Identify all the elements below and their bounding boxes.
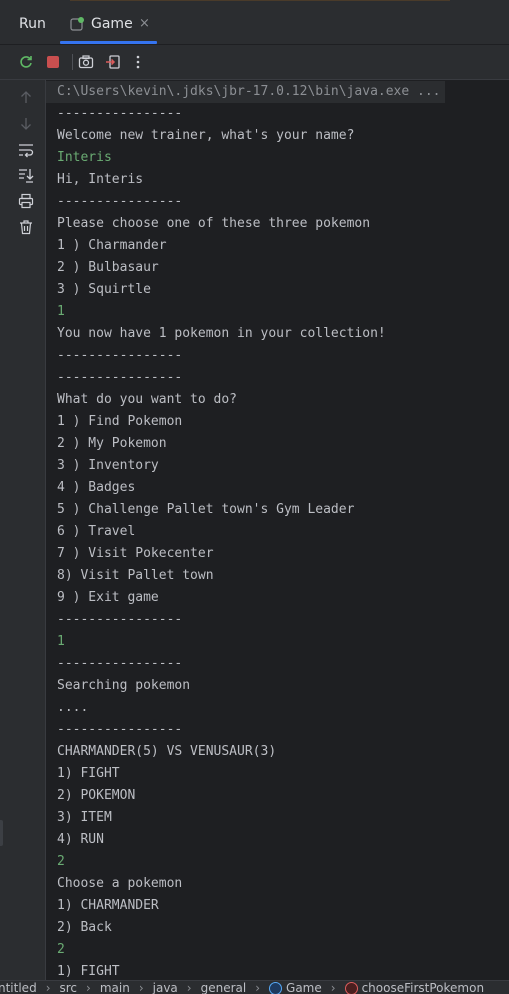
console-output-line: 4) RUN bbox=[46, 829, 509, 851]
scroll-marker bbox=[0, 820, 3, 846]
breadcrumb-label: java bbox=[153, 981, 178, 994]
chevron-right-icon: › bbox=[46, 981, 51, 994]
breadcrumb-label: Game bbox=[286, 981, 322, 994]
tab-selected-indicator bbox=[60, 41, 157, 44]
console-user-input: 1 bbox=[46, 631, 509, 653]
console-output-line: CHARMANDER(5) VS VENUSAUR(3) bbox=[46, 741, 509, 763]
console-side-toolbar bbox=[0, 80, 46, 980]
print-icon[interactable] bbox=[17, 192, 35, 210]
breadcrumb-label: src bbox=[60, 981, 78, 994]
console-output-line: You now have 1 pokemon in your collectio… bbox=[46, 323, 509, 345]
close-icon[interactable]: × bbox=[139, 16, 150, 31]
console-output-line: 2 ) My Pokemon bbox=[46, 433, 509, 455]
exit-icon[interactable] bbox=[104, 53, 122, 71]
console-output-line: 9 ) Exit game bbox=[46, 587, 509, 609]
run-tool-window-title: Run bbox=[19, 16, 46, 32]
breadcrumb: ntitled › src › main › java › general › Game › choos… bbox=[0, 981, 484, 994]
chevron-right-icon: › bbox=[331, 981, 336, 994]
breadcrumb-item[interactable]: › Game bbox=[246, 981, 322, 994]
console-output-line: What do you want to do? bbox=[46, 389, 509, 411]
toolbar-separator bbox=[72, 54, 73, 70]
run-config-icon bbox=[70, 16, 84, 30]
run-toolbar bbox=[0, 45, 509, 80]
console-output-line: Choose a pokemon bbox=[46, 873, 509, 895]
console-output-line: 2) Back bbox=[46, 917, 509, 939]
console-output-line: ---------------- bbox=[46, 609, 509, 631]
run-tool-window-header: Run Game × bbox=[0, 4, 509, 45]
chevron-right-icon: › bbox=[255, 981, 260, 994]
breadcrumb-label: main bbox=[100, 981, 130, 994]
console-output-line: Welcome new trainer, what's your name? bbox=[46, 125, 509, 147]
arrow-down-icon[interactable] bbox=[17, 115, 35, 133]
console-user-input: 1 bbox=[46, 301, 509, 323]
console-output-line: 1 ) Find Pokemon bbox=[46, 411, 509, 433]
console-output-line: Please choose one of these three pokemon bbox=[46, 213, 509, 235]
console-user-input: 2 bbox=[46, 939, 509, 961]
console-output-line: 3 ) Squirtle bbox=[46, 279, 509, 301]
trash-icon[interactable] bbox=[17, 218, 35, 236]
breadcrumb-item[interactable]: › general bbox=[178, 981, 246, 994]
chevron-right-icon: › bbox=[86, 981, 91, 994]
console-output-line: .... bbox=[46, 697, 509, 719]
breadcrumb-item[interactable]: › src bbox=[37, 981, 77, 994]
console-output-line: 3 ) Inventory bbox=[46, 455, 509, 477]
breadcrumb-item[interactable]: › java bbox=[130, 981, 178, 994]
stop-icon[interactable] bbox=[44, 53, 62, 71]
console-output-line: Hi, Interis bbox=[46, 169, 509, 191]
console-output-line: 1) FIGHT bbox=[46, 763, 509, 785]
console-output-line: ---------------- bbox=[46, 367, 509, 389]
soft-wrap-icon[interactable] bbox=[17, 141, 35, 159]
arrow-up-icon[interactable] bbox=[17, 88, 35, 106]
breadcrumb-item[interactable]: › chooseFirstPokemon bbox=[322, 981, 484, 994]
chevron-right-icon: › bbox=[187, 981, 192, 994]
breadcrumb-label: chooseFirstPokemon bbox=[362, 981, 484, 994]
console-output-line: 8) Visit Pallet town bbox=[46, 565, 509, 587]
rerun-icon[interactable] bbox=[17, 53, 35, 71]
method-icon bbox=[345, 982, 358, 994]
console-user-input: Interis bbox=[46, 147, 509, 169]
breadcrumb-label: general bbox=[201, 981, 247, 994]
tab-game[interactable]: Game × bbox=[60, 4, 157, 44]
console-output-line: 3) ITEM bbox=[46, 807, 509, 829]
console-output-line: ---------------- bbox=[46, 653, 509, 675]
console-user-input: 2 bbox=[46, 851, 509, 873]
class-icon bbox=[269, 982, 282, 994]
chevron-right-icon: › bbox=[139, 981, 144, 994]
console-output-line: 5 ) Challenge Pallet town's Gym Leader bbox=[46, 499, 509, 521]
console-output-line: ---------------- bbox=[46, 719, 509, 741]
console-output-line: 4 ) Badges bbox=[46, 477, 509, 499]
console-output-line: 6 ) Travel bbox=[46, 521, 509, 543]
console-command-line: C:\Users\kevin\.jdks\jbr-17.0.12\bin\jav… bbox=[46, 81, 445, 103]
console-output-line: Searching pokemon bbox=[46, 675, 509, 697]
console-output-line: ---------------- bbox=[46, 191, 509, 213]
screenshot-icon[interactable] bbox=[77, 53, 95, 71]
breadcrumb-label: ntitled bbox=[0, 981, 37, 994]
breadcrumb-item[interactable]: › main bbox=[77, 981, 130, 994]
divider bbox=[70, 0, 450, 1]
more-vertical-icon[interactable] bbox=[129, 53, 147, 71]
console-lines: ----------------Welcome new trainer, wha… bbox=[46, 103, 509, 980]
console-output-line: 1) FIGHT bbox=[46, 961, 509, 980]
console-output-line: ---------------- bbox=[46, 345, 509, 367]
tab-label: Game bbox=[91, 16, 133, 32]
console-output-line: 1) CHARMANDER bbox=[46, 895, 509, 917]
console-output-line: 2) POKEMON bbox=[46, 785, 509, 807]
console-output-line: ---------------- bbox=[46, 103, 509, 125]
console-output-line: 1 ) Charmander bbox=[46, 235, 509, 257]
console-output-line: 7 ) Visit Pokecenter bbox=[46, 543, 509, 565]
breadcrumb-item[interactable]: ntitled bbox=[0, 981, 37, 994]
scroll-to-end-icon[interactable] bbox=[17, 166, 35, 184]
console-output-line: 2 ) Bulbasaur bbox=[46, 257, 509, 279]
console-output[interactable]: C:\Users\kevin\.jdks\jbr-17.0.12\bin\jav… bbox=[46, 80, 509, 980]
status-bar: ntitled › src › main › java › general › Game › choos… bbox=[0, 980, 509, 994]
